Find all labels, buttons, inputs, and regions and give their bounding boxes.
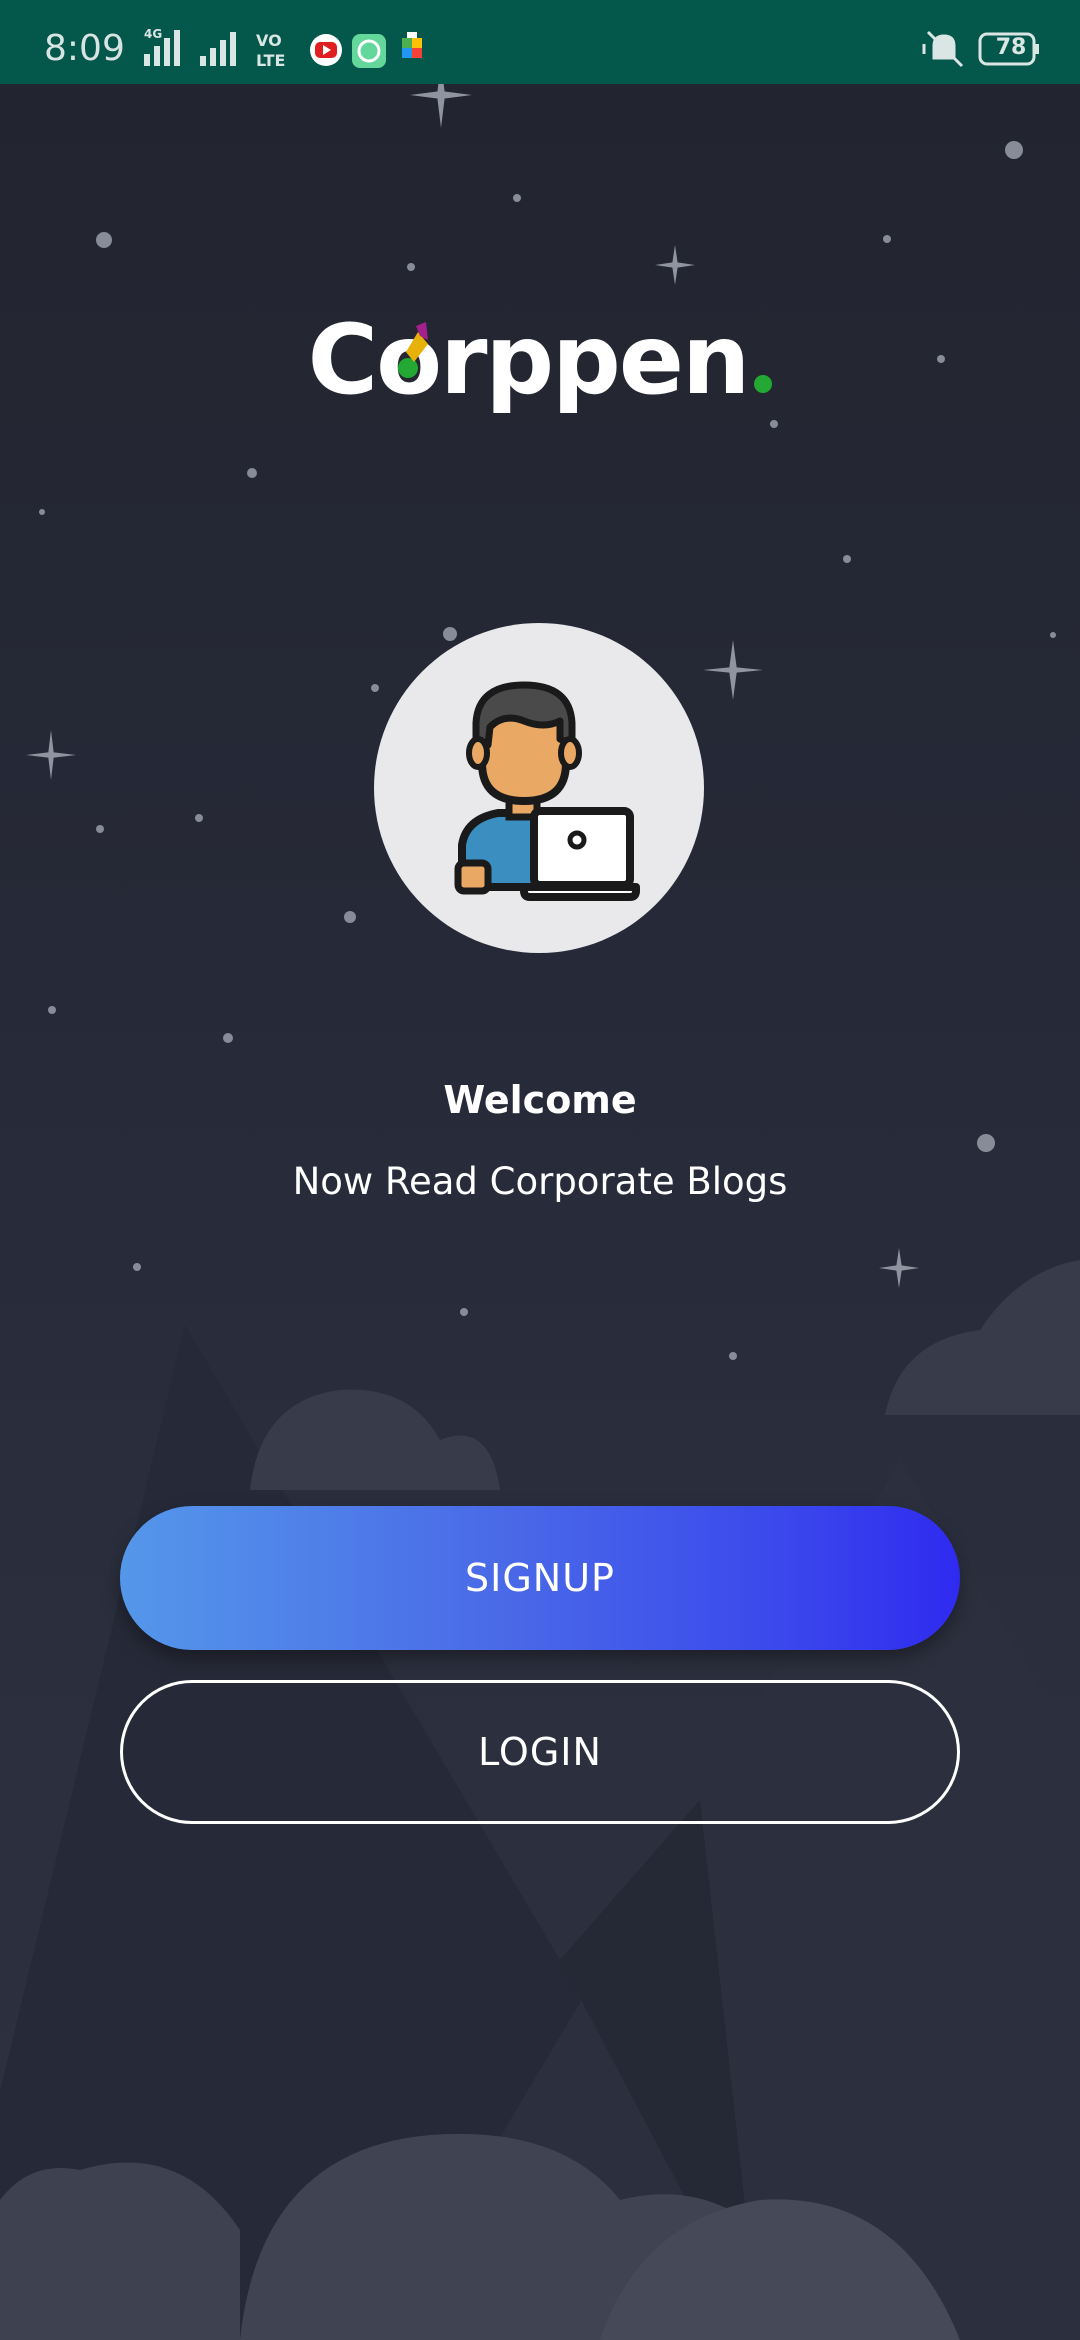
status-icons-left: 4G VO LTE	[144, 27, 422, 70]
logo-dot	[754, 375, 773, 393]
youtube-icon	[310, 34, 342, 66]
signal-icon	[200, 32, 236, 66]
logo-text: Corppen	[307, 304, 751, 416]
background-scene	[0, 84, 1080, 2340]
app-logo: Corppen	[0, 300, 1080, 420]
svg-text:LTE: LTE	[256, 51, 285, 70]
battery-level: 78	[995, 35, 1027, 60]
welcome-subtitle: Now Read Corporate Blogs	[292, 1160, 788, 1203]
volte-icon: VO LTE	[256, 31, 285, 70]
svg-text:VO: VO	[256, 31, 282, 50]
login-button[interactable]: LOGIN	[120, 1680, 960, 1824]
welcome-screen: 8:09 4G VO LTE 78 Corppen Welcome Now Re…	[0, 0, 1080, 2340]
logo-accent-icon	[397, 322, 428, 378]
welcome-title: Welcome	[443, 1078, 637, 1122]
chat-app-icon	[352, 34, 386, 68]
network-label: 4G	[144, 27, 162, 41]
play-games-icon	[402, 32, 422, 58]
status-time: 8:09	[44, 28, 125, 69]
user-laptop-icon	[374, 623, 704, 953]
signup-button[interactable]: SIGNUP	[120, 1506, 960, 1650]
status-bar: 8:09 4G VO LTE 78	[0, 0, 1080, 84]
vibrate-icon	[922, 30, 964, 68]
